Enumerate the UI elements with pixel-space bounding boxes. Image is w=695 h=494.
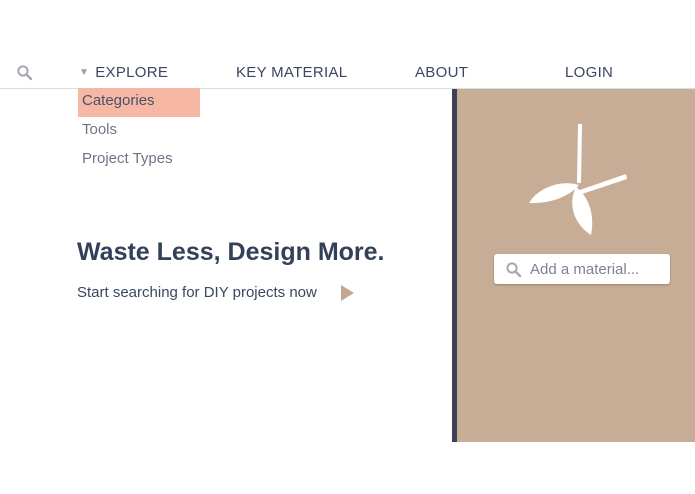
- top-navbar: ▼ EXPLORE KEY MATERIAL ABOUT LOGIN: [0, 52, 695, 89]
- nav-key-material[interactable]: KEY MATERIAL: [236, 64, 347, 81]
- hero-title: Waste Less, Design More.: [77, 238, 385, 266]
- nav-explore[interactable]: ▼ EXPLORE: [79, 64, 168, 81]
- hero-subtitle-link[interactable]: Start searching for DIY projects now: [77, 284, 317, 301]
- material-search-input[interactable]: [530, 257, 664, 281]
- play-arrow-icon[interactable]: [341, 285, 354, 306]
- nav-login[interactable]: LOGIN: [565, 64, 613, 81]
- search-icon: [506, 262, 522, 278]
- dropdown-item-project-types[interactable]: Project Types: [78, 146, 200, 175]
- dropdown-item-categories[interactable]: Categories: [78, 88, 200, 117]
- search-icon[interactable]: [16, 64, 34, 82]
- material-search-box: [494, 254, 670, 284]
- material-panel: [457, 89, 695, 442]
- app-frame: ▼ EXPLORE KEY MATERIAL ABOUT LOGIN Catego…: [0, 52, 695, 442]
- dropdown-item-tools[interactable]: Tools: [78, 117, 200, 146]
- nav-explore-label: EXPLORE: [95, 64, 169, 81]
- branch-leaves-logo: [529, 121, 629, 241]
- explore-dropdown: Categories Tools Project Types: [78, 88, 200, 175]
- triangle-down-icon: ▼: [79, 67, 90, 78]
- nav-about[interactable]: ABOUT: [415, 64, 468, 81]
